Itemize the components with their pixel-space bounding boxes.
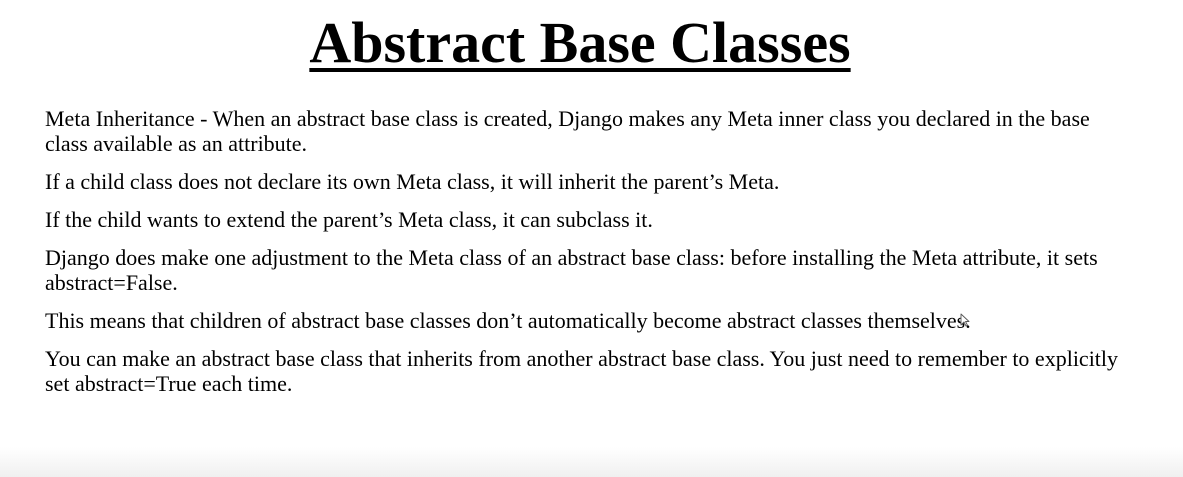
bottom-bar xyxy=(0,447,1183,477)
paragraph-subclass-meta: If the child wants to extend the parent’… xyxy=(45,207,653,232)
paragraph-child-inherits-meta: If a child class does not declare its ow… xyxy=(45,169,780,194)
paragraph-abstract-true: You can make an abstract base class that… xyxy=(45,346,1119,396)
slide-title: Abstract Base Classes xyxy=(309,10,851,75)
paragraph-abstract-false: Django does make one adjustment to the M… xyxy=(45,245,1098,295)
slide-body: Meta Inheritance - When an abstract base… xyxy=(45,106,1135,409)
paragraph-meta-inheritance: Meta Inheritance - When an abstract base… xyxy=(45,106,1090,156)
mouse-pointer-icon xyxy=(960,313,970,327)
paragraph-children-not-abstract: This means that children of abstract bas… xyxy=(45,308,971,333)
slide: Abstract Base Classes Meta Inheritance -… xyxy=(0,0,1183,447)
title-container: Abstract Base Classes xyxy=(0,12,1160,74)
